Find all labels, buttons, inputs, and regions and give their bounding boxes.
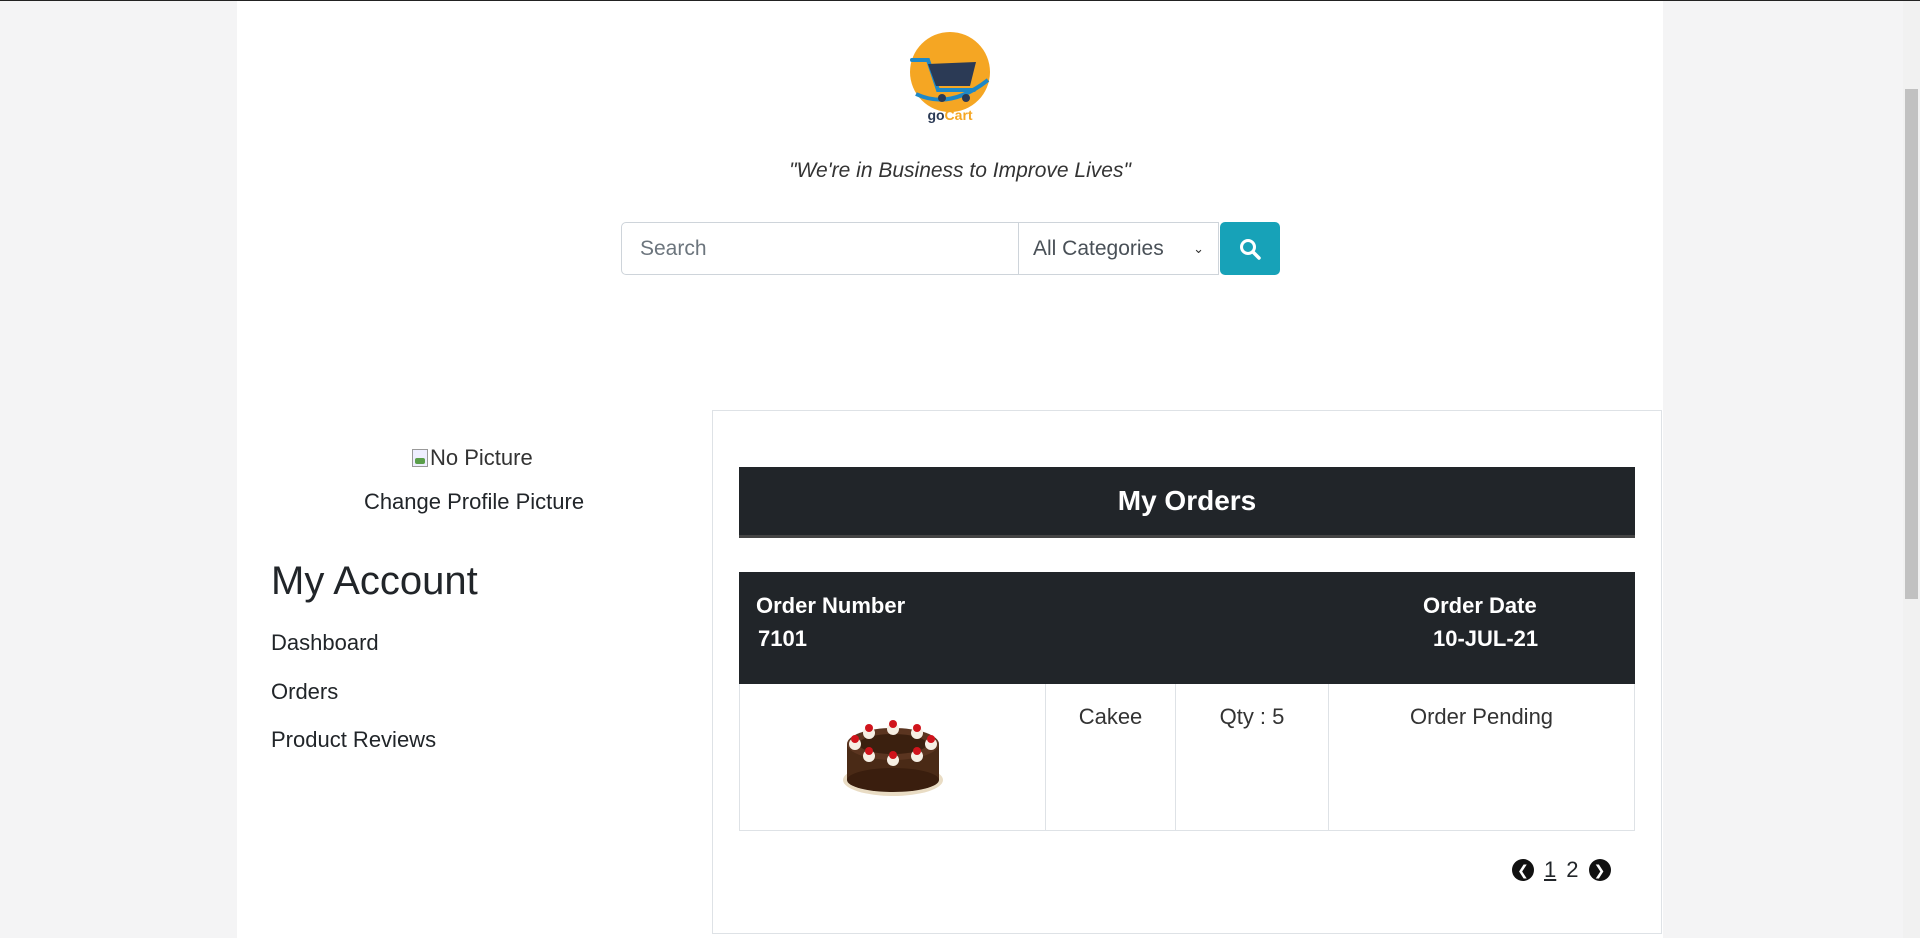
order-status-cell: Order Pending [1409, 704, 1554, 729]
tagline: "We're in Business to Improve Lives" [789, 159, 1131, 182]
pagination: ❮ 1 2 ❯ [1512, 857, 1611, 883]
order-header: Order Number 7101 Order Date 10-JUL-21 [739, 572, 1635, 684]
gocart-logo[interactable]: goCart [904, 32, 996, 124]
category-select-value: All Categories [1033, 236, 1164, 260]
table-row: Cakee Qty : 5 Order Pending [739, 684, 1635, 831]
category-select[interactable]: All Categories ⌄ [1019, 222, 1219, 275]
sidebar-item-product-reviews[interactable]: Product Reviews [271, 727, 436, 753]
order-date-value: 10-JUL-21 [1433, 626, 1539, 651]
profile-picture-alt: No Picture [430, 445, 533, 470]
sidebar-item-orders[interactable]: Orders [271, 679, 338, 705]
quantity-cell: Qty : 5 [1176, 684, 1329, 830]
order-number-label: Order Number [756, 593, 906, 618]
my-account-heading: My Account [271, 559, 478, 603]
change-profile-picture-link[interactable]: Change Profile Picture [237, 489, 711, 515]
chevron-down-icon: ⌄ [1193, 240, 1204, 256]
page-scrollbar[interactable] [1903, 1, 1920, 938]
product-image-cell [740, 684, 1046, 830]
scrollbar-thumb[interactable] [1905, 89, 1918, 599]
search-input[interactable] [621, 222, 1019, 275]
chevron-left-icon[interactable]: ❮ [1512, 859, 1534, 881]
svg-text:goCart: goCart [927, 107, 972, 123]
order-number-value: 7101 [758, 626, 807, 651]
search-bar: All Categories ⌄ [621, 222, 1280, 275]
order-date-label: Order Date [1423, 593, 1537, 618]
profile-picture: No Picture [412, 445, 533, 471]
my-orders-heading: My Orders [739, 467, 1635, 538]
cake-image[interactable] [841, 706, 945, 800]
page-link-1[interactable]: 1 [1544, 857, 1556, 883]
sidebar-item-dashboard[interactable]: Dashboard [271, 630, 379, 656]
search-icon [1240, 238, 1261, 260]
chevron-right-icon[interactable]: ❯ [1588, 859, 1611, 881]
search-button[interactable] [1220, 222, 1280, 275]
my-orders-title: My Orders [1117, 485, 1257, 516]
broken-image-icon [412, 449, 428, 467]
page-link-2[interactable]: 2 [1566, 857, 1578, 883]
product-name-cell: Cakee [1046, 684, 1176, 830]
